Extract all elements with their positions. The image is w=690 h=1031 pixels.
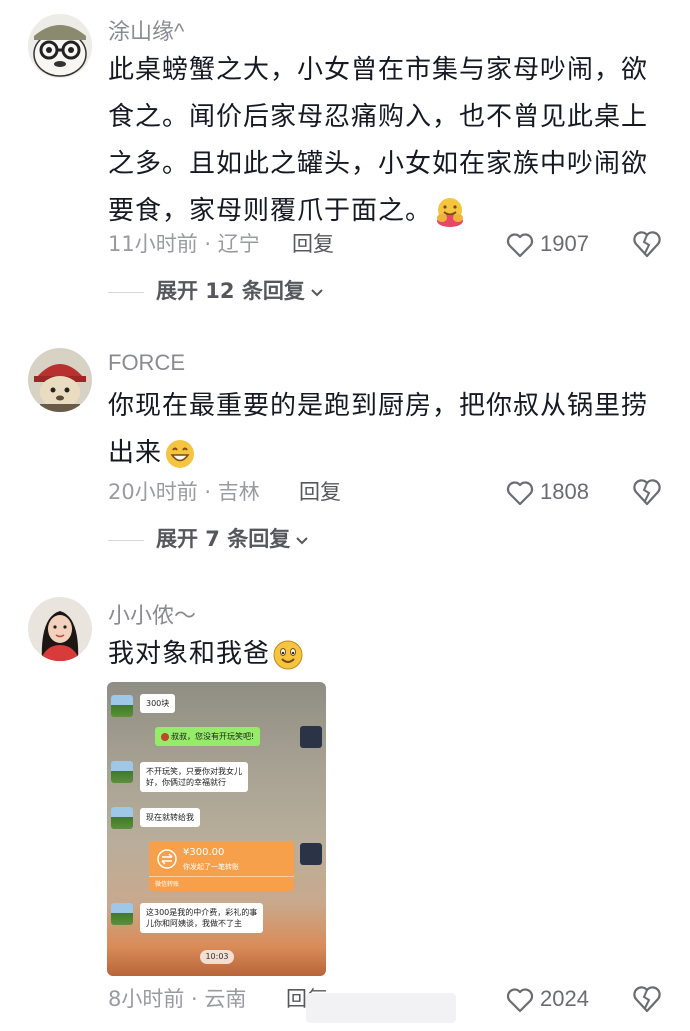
expand-replies-button[interactable]: 展开 12 条回复 (108, 276, 325, 306)
comment-meta: 11小时前 · 辽宁 (108, 232, 260, 256)
emoji-icon (161, 732, 169, 741)
chat-avatar-right (300, 843, 322, 865)
comment-text-body: 我对象和我爸 (108, 639, 271, 669)
divider (108, 291, 144, 293)
smiling-face-emoji-icon (273, 640, 303, 669)
chat-message-line: 好，你俩过的幸福就行 (146, 778, 226, 787)
broken-heart-icon[interactable] (632, 477, 662, 507)
like-button[interactable]: 1808 (506, 477, 589, 507)
transfer-note: 你发起了一笔转账 (183, 863, 239, 871)
grinning-face-emoji-icon (166, 439, 195, 468)
comment-text: 此桌螃蟹之大，小女曾在市集与家母吵闹，欲食之。闻价后家母忍痛购入，也不曾见此桌上… (108, 47, 658, 235)
chat-message-line: 这300是我的中介费，彩礼的事 (146, 908, 258, 917)
divider (108, 539, 144, 541)
chat-avatar-left (111, 761, 133, 783)
chat-avatar-right (300, 726, 322, 748)
like-button[interactable]: 2024 (506, 984, 589, 1014)
comment-meta: 20小时前 · 吉林 (108, 480, 260, 504)
transfer-footer: 微信转账 (155, 881, 180, 888)
redacted-overlay (306, 993, 456, 1023)
username[interactable]: 涂山缘^ (108, 14, 184, 46)
divider (149, 876, 294, 877)
username[interactable]: FORCE (108, 350, 185, 376)
comment-text: 你现在最重要的是跑到厨房，把你叔从锅里捞出来 (108, 383, 658, 477)
heart-icon (506, 233, 534, 258)
expand-replies-button[interactable]: 展开 7 条回复 (108, 524, 310, 554)
heart-icon (506, 988, 534, 1013)
expand-label: 展开 7 条回复 (156, 527, 291, 551)
chevron-down-icon (296, 537, 308, 545)
chevron-down-icon (311, 289, 323, 297)
like-count: 1808 (540, 479, 589, 504)
heart-icon (506, 481, 534, 506)
like-button[interactable]: 1907 (506, 229, 589, 259)
avatar[interactable] (28, 597, 92, 661)
reply-button[interactable]: 回复 (299, 477, 341, 507)
comment-text-body: 此桌螃蟹之大，小女曾在市集与家母吵闹，欲食之。闻价后家母忍痛购入，也不曾见此桌上… (108, 55, 649, 226)
chat-message: 300块 (140, 694, 176, 713)
chat-message: 叔叔，您没有开玩笑吧! (155, 727, 261, 746)
avatar-image (28, 14, 92, 78)
like-count: 1907 (540, 231, 589, 256)
avatar-image (28, 348, 92, 412)
chat-message: 这300是我的中介费，彩礼的事 儿你和阿姨谈，我做不了主 (140, 903, 264, 933)
username[interactable]: 小小侬～ (108, 598, 196, 630)
chat-avatar-left (111, 807, 133, 829)
expand-label: 展开 12 条回复 (156, 279, 305, 303)
chat-screenshot-image[interactable]: 300块 叔叔，您没有开玩笑吧! 不开玩笑，只要你对我女儿 好，你俩过的幸福就行… (107, 682, 326, 976)
chat-time: 10:03 (200, 950, 234, 964)
comment-text: 我对象和我爸 (108, 631, 658, 678)
transfer-icon (157, 849, 177, 869)
broken-heart-icon[interactable] (632, 984, 662, 1014)
chat-message-line: 儿你和阿姨谈，我做不了主 (146, 919, 242, 928)
chat-message: 现在就转给我 (140, 808, 200, 827)
reply-button[interactable]: 回复 (292, 229, 334, 259)
hugging-face-emoji-icon (437, 197, 464, 227)
avatar[interactable] (28, 348, 92, 412)
chat-avatar-left (111, 903, 133, 925)
avatar[interactable] (28, 14, 92, 78)
comment-meta: 8小时前 · 云南 (108, 987, 247, 1011)
chat-message-text: 叔叔，您没有开玩笑吧! (171, 732, 255, 741)
transfer-card: ¥300.00 你发起了一笔转账 微信转账 (149, 841, 294, 891)
avatar-image (28, 597, 92, 661)
transfer-amount: ¥300.00 (183, 847, 225, 858)
chat-message: 不开玩笑，只要你对我女儿 好，你俩过的幸福就行 (140, 762, 248, 792)
like-count: 2024 (540, 986, 589, 1011)
chat-message-line: 不开玩笑，只要你对我女儿 (146, 767, 242, 776)
chat-avatar-left (111, 695, 133, 717)
broken-heart-icon[interactable] (632, 229, 662, 259)
